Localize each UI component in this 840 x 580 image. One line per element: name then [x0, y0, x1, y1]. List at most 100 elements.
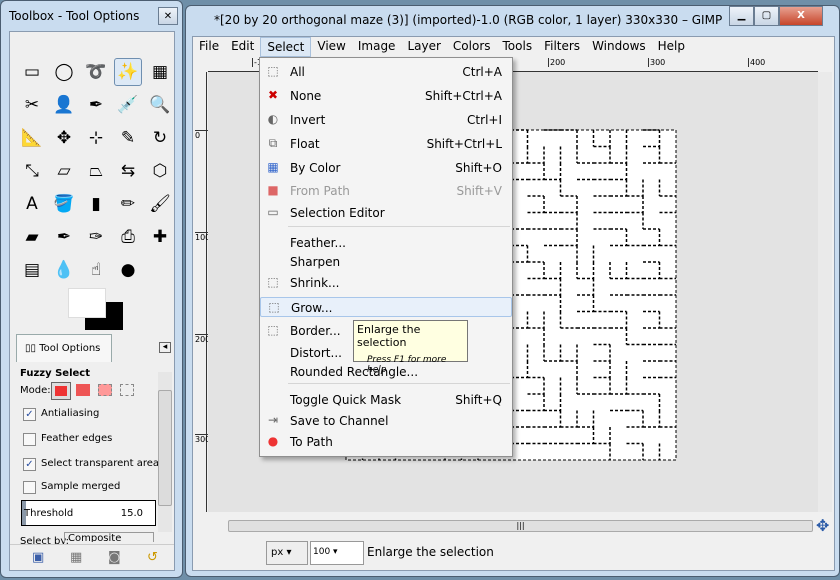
tab-menu-button[interactable]: ◂ — [159, 342, 171, 353]
antialiasing-checkbox[interactable]: ✓ — [23, 408, 36, 421]
select-by-value: Composite — [68, 533, 122, 542]
unit-dropdown[interactable]: px ▾ — [266, 541, 308, 565]
menu-item-feather[interactable]: Feather... — [260, 233, 512, 253]
shrink-icon: ⬚ — [267, 275, 279, 289]
text-tool[interactable]: A — [18, 190, 46, 218]
menu-item-label: To Path — [290, 435, 333, 449]
mode-replace-button[interactable] — [51, 382, 71, 400]
mode-subtract-button[interactable] — [98, 384, 112, 396]
options-scrollbar[interactable] — [158, 372, 172, 532]
tab-tool-options[interactable]: ▯▯ Tool Options — [16, 334, 112, 362]
mode-intersect-button[interactable] — [120, 384, 134, 396]
ellipse-select-tool[interactable]: ◯ — [50, 58, 78, 86]
menu-item-shortcut: Ctrl+A — [462, 65, 502, 79]
vertical-scrollbar[interactable] — [818, 72, 832, 512]
pencil-tool[interactable]: ✏ — [114, 190, 142, 218]
blend-tool[interactable]: ▮ — [82, 190, 110, 218]
rotate-tool[interactable]: ↻ — [146, 124, 174, 152]
scissors-tool[interactable]: ✂ — [18, 91, 46, 119]
menu-item-save-to-channel[interactable]: ⇥ Save to Channel — [260, 411, 512, 431]
smudge-tool[interactable]: ☝ — [82, 256, 110, 284]
menu-item-label: Grow... — [291, 301, 333, 315]
zoom-tool[interactable]: 🔍 — [146, 91, 174, 119]
menu-windows[interactable]: Windows — [586, 37, 652, 57]
paintbrush-tool[interactable]: 🖌 — [146, 190, 174, 218]
menu-tools[interactable]: Tools — [497, 37, 539, 57]
menu-item-grow[interactable]: ⬚ Grow... — [260, 297, 512, 317]
select-by-color-tool[interactable]: ▦ — [146, 58, 174, 86]
feather-edges-checkbox[interactable] — [23, 433, 36, 446]
restore-options-icon[interactable]: ▦ — [70, 550, 82, 565]
menu-item-to-path[interactable]: ● To Path — [260, 432, 512, 452]
select-by-dropdown[interactable]: Composite — [64, 532, 154, 542]
free-select-tool[interactable]: ➰ — [82, 58, 110, 86]
align-tool[interactable]: ⊹ — [82, 124, 110, 152]
menu-item-shrink[interactable]: ⬚ Shrink... — [260, 273, 512, 293]
menu-layer[interactable]: Layer — [401, 37, 446, 57]
ruler-label: 200 — [548, 58, 566, 67]
menu-item-invert[interactable]: ◐ Invert Ctrl+I — [260, 110, 512, 130]
perspective-clone-tool[interactable]: ▤ — [18, 256, 46, 284]
tool-name: Fuzzy Select — [20, 368, 90, 379]
menu-filters[interactable]: Filters — [538, 37, 586, 57]
horizontal-scrollbar[interactable]: ||| — [228, 520, 813, 532]
menu-item-sharpen[interactable]: Sharpen — [260, 252, 512, 272]
menu-item-selection-editor[interactable]: ▭ Selection Editor — [260, 203, 512, 223]
eraser-tool[interactable]: ▰ — [18, 223, 46, 251]
zoom-dropdown[interactable]: 100 ▾ — [310, 541, 364, 565]
cage-tool[interactable]: ⬡ — [146, 157, 174, 185]
blur-tool[interactable]: 💧 — [50, 256, 78, 284]
move-tool[interactable]: ✥ — [50, 124, 78, 152]
crop-tool[interactable]: ✎ — [114, 124, 142, 152]
menu-image[interactable]: Image — [352, 37, 402, 57]
menu-file[interactable]: File — [193, 37, 225, 57]
clone-tool[interactable]: ⎙ — [114, 223, 142, 251]
delete-options-icon[interactable]: ◙ — [108, 550, 121, 565]
menu-item-shortcut: Shift+O — [455, 161, 502, 175]
menu-select[interactable]: Select — [260, 37, 312, 57]
selection-editor-icon: ▭ — [267, 205, 279, 219]
ruler-label: 0 — [195, 130, 208, 140]
dodge-burn-tool[interactable]: ● — [114, 256, 142, 284]
select-transparent-areas-checkbox[interactable]: ✓ — [23, 458, 36, 471]
threshold-slider[interactable]: Threshold 15.0 — [21, 500, 156, 526]
close-button[interactable]: ✕ — [158, 7, 178, 25]
fuzzy-select-tool[interactable]: ✨ — [114, 58, 142, 86]
menu-colors[interactable]: Colors — [447, 37, 497, 57]
ink-tool[interactable]: ✑ — [82, 223, 110, 251]
navigate-icon[interactable]: ✥ — [816, 516, 829, 535]
scale-tool[interactable]: ⤡ — [18, 157, 46, 185]
reset-options-icon[interactable]: ↺ — [147, 550, 158, 565]
select-menu: ⬚ All Ctrl+A ✖ None Shift+Ctrl+A ◐ Invert Ctrl+I… — [259, 57, 513, 457]
perspective-tool[interactable]: ⏢ — [82, 157, 110, 185]
menu-item-by-color[interactable]: ▦ By Color Shift+O — [260, 158, 512, 178]
menu-view[interactable]: View — [311, 37, 351, 57]
airbrush-tool[interactable]: ✒ — [50, 223, 78, 251]
foreground-select-tool[interactable]: 👤 — [50, 91, 78, 119]
border-icon: ⬚ — [267, 323, 279, 337]
mode-add-button[interactable] — [76, 384, 90, 396]
close-button[interactable]: X — [779, 6, 823, 26]
menu-item-none[interactable]: ✖ None Shift+Ctrl+A — [260, 86, 512, 106]
menu-item-toggle-quick-mask[interactable]: Toggle Quick Mask Shift+Q — [260, 390, 512, 410]
bucket-fill-tool[interactable]: 🪣 — [50, 190, 78, 218]
menu-item-float[interactable]: ⧉ Float Shift+Ctrl+L — [260, 134, 512, 154]
menu-item-from-path[interactable]: ■ From Path Shift+V — [260, 181, 512, 201]
option-label: Antialiasing — [41, 408, 100, 419]
sample-merged-checkbox[interactable] — [23, 481, 36, 494]
foreground-color-swatch[interactable] — [68, 288, 106, 318]
maximize-button[interactable]: ▢ — [754, 6, 779, 26]
minimize-button[interactable]: ▁ — [729, 6, 754, 26]
measure-tool[interactable]: 📐 — [18, 124, 46, 152]
heal-tool[interactable]: ✚ — [146, 223, 174, 251]
invert-icon: ◐ — [267, 112, 279, 126]
save-options-icon[interactable]: ▣ — [32, 550, 44, 565]
menu-help[interactable]: Help — [652, 37, 691, 57]
paths-tool[interactable]: ✒ — [82, 91, 110, 119]
menu-item-all[interactable]: ⬚ All Ctrl+A — [260, 62, 512, 82]
shear-tool[interactable]: ▱ — [50, 157, 78, 185]
menu-edit[interactable]: Edit — [225, 37, 260, 57]
rect-select-tool[interactable]: ▭ — [18, 58, 46, 86]
color-picker-tool[interactable]: 💉 — [114, 91, 142, 119]
flip-tool[interactable]: ⇆ — [114, 157, 142, 185]
